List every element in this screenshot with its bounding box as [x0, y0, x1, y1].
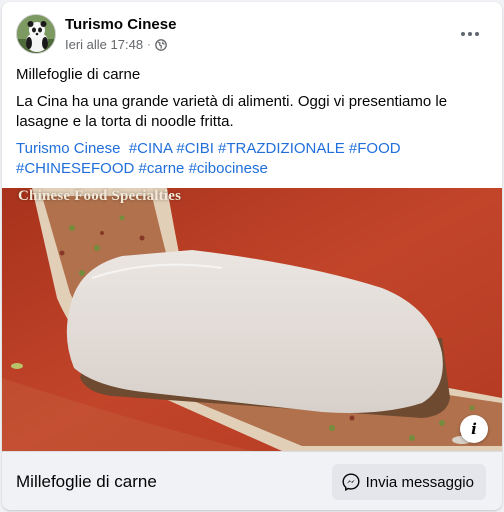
post-body: La Cina ha una grande varietà di aliment…: [16, 93, 448, 130]
more-options-button[interactable]: [452, 16, 488, 52]
footer-title: Millefoglie di carne: [16, 472, 157, 491]
more-dot: [475, 32, 479, 36]
video-caption: Chinese Food Specialties: [18, 188, 182, 204]
food-image: [2, 188, 502, 451]
tags-line-2: #CHINESEFOOD #carne #cibocinese: [16, 159, 488, 179]
hashtag-cibi[interactable]: #CIBI: [176, 140, 214, 157]
tags-line-1: Turismo Cinese #CINA #CIBI #TRAZDIZIONAL…: [16, 139, 488, 159]
tag-link[interactable]: Turismo Cinese: [16, 140, 120, 157]
hashtag-carne[interactable]: #carne: [139, 160, 185, 177]
globe-icon: [154, 38, 167, 51]
more-dot: [468, 32, 472, 36]
post-timestamp[interactable]: Ieri alle 17:48: [65, 37, 143, 52]
hashtag-cina[interactable]: #CINA: [129, 140, 172, 157]
cta-footer: Millefoglie di carne Invia messaggio: [2, 451, 502, 510]
post-video[interactable]: Chinese Food Specialties i: [2, 188, 502, 451]
post-card: Turismo Cinese Ieri alle 17:48 · Millefo…: [2, 2, 502, 510]
more-dots-icon: [461, 32, 465, 36]
info-icon[interactable]: i: [460, 415, 488, 443]
avatar[interactable]: [16, 14, 56, 54]
send-message-label: Invia messaggio: [365, 473, 474, 491]
page-name[interactable]: Turismo Cinese: [65, 16, 176, 33]
hashtag-cibocinese[interactable]: #cibocinese: [189, 160, 268, 177]
post-header: Turismo Cinese Ieri alle 17:48 ·: [16, 14, 488, 56]
post-tags: Turismo Cinese #CINA #CIBI #TRAZDIZIONAL…: [16, 139, 488, 179]
messenger-icon: [342, 473, 360, 491]
post-meta: Ieri alle 17:48 ·: [65, 37, 167, 52]
hashtag-trazdizionale[interactable]: #TRAZDIZIONALE: [218, 140, 345, 157]
hashtag-food[interactable]: #FOOD: [349, 140, 401, 157]
send-message-button[interactable]: Invia messaggio: [331, 464, 486, 500]
post-title: Millefoglie di carne: [16, 66, 141, 83]
meta-separator: ·: [147, 38, 151, 51]
hashtag-chinesefood[interactable]: #CHINESEFOOD: [16, 160, 134, 177]
